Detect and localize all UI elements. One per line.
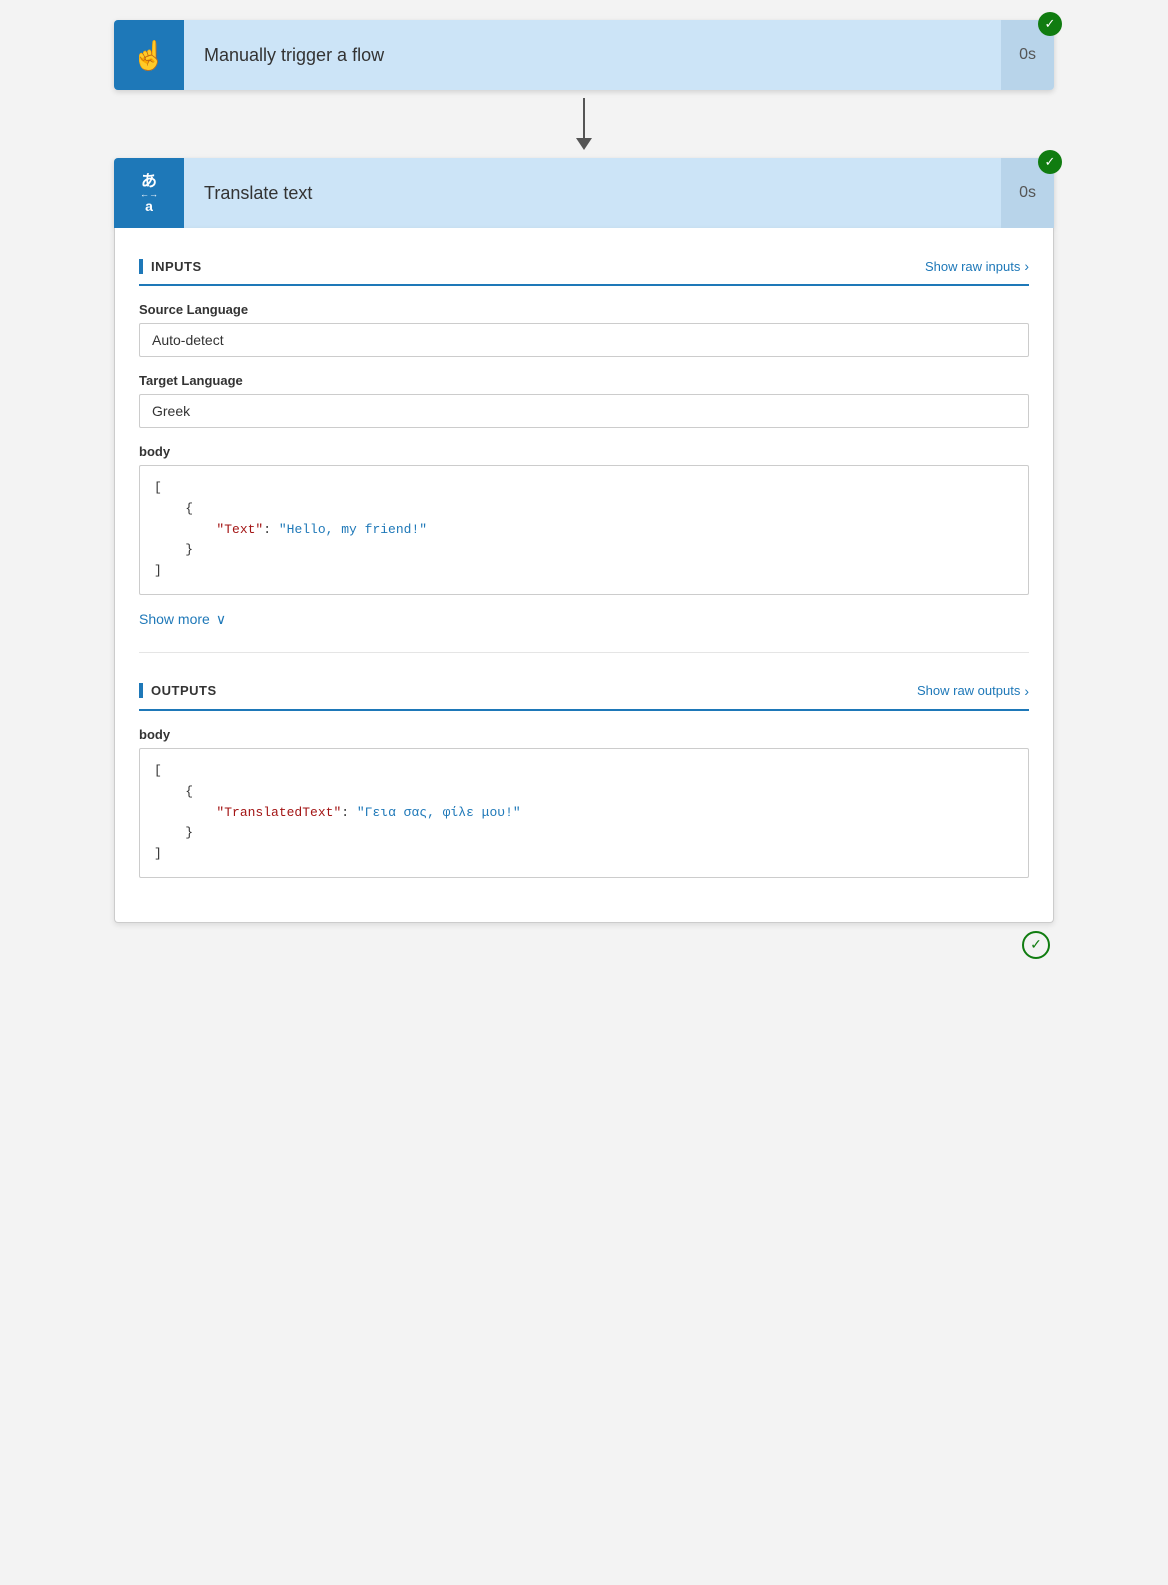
outputs-chevron-icon: › [1024, 683, 1029, 699]
trigger-step: ☝ Manually trigger a flow 0s ✓ [114, 20, 1054, 90]
show-more-chevron-icon: ∨ [216, 611, 226, 628]
arrow-connector [576, 90, 592, 158]
outputs-body-label: body [139, 727, 1029, 742]
show-raw-inputs-label: Show raw inputs [925, 259, 1020, 274]
out-code-key-translated: "TranslatedText" [216, 805, 341, 820]
show-raw-outputs-label: Show raw outputs [917, 683, 1020, 698]
trigger-step-header[interactable]: ☝ Manually trigger a flow 0s [114, 20, 1054, 90]
target-language-field: Target Language Greek [139, 373, 1029, 428]
show-raw-inputs-button[interactable]: Show raw inputs › [925, 258, 1029, 274]
outputs-body-field: body [ { "TranslatedText": "Γεια σας, φί… [139, 727, 1029, 878]
inputs-body-field: body [ { "Text": "Hello, my friend!" } ] [139, 444, 1029, 595]
inputs-body-code: [ { "Text": "Hello, my friend!" } ] [139, 465, 1029, 595]
trigger-icon: ☝ [114, 20, 184, 90]
arrow-head [576, 138, 592, 150]
outputs-body-code: [ { "TranslatedText": "Γεια σας, φίλε μο… [139, 748, 1029, 878]
outputs-label: OUTPUTS [139, 683, 217, 698]
translate-icon: あ ←→ a [114, 158, 184, 228]
arrow-line [583, 98, 585, 138]
target-language-label: Target Language [139, 373, 1029, 388]
show-more-button[interactable]: Show more ∨ [139, 611, 1029, 628]
inputs-section: INPUTS Show raw inputs › Source Language… [139, 248, 1029, 628]
trigger-success-badge: ✓ [1038, 12, 1062, 36]
target-language-value: Greek [139, 394, 1029, 428]
code-close-bracket: ] [154, 561, 1014, 582]
show-more-label: Show more [139, 611, 210, 627]
inputs-body-label: body [139, 444, 1029, 459]
code-key-text: "Text" [216, 522, 263, 537]
out-code-open-bracket: [ [154, 761, 1014, 782]
outputs-section: OUTPUTS Show raw outputs › body [ { "Tra… [139, 673, 1029, 878]
code-close-brace: } [154, 540, 1014, 561]
show-raw-outputs-button[interactable]: Show raw outputs › [917, 683, 1029, 699]
translate-success-badge: ✓ [1038, 150, 1062, 174]
flow-container: ☝ Manually trigger a flow 0s ✓ あ ←→ [30, 20, 1138, 967]
out-code-value-greek: "Γεια σας, φίλε μου!" [357, 805, 521, 820]
code-open-brace: { [154, 499, 1014, 520]
hand-icon: ☝ [132, 39, 167, 72]
out-code-translated-field: "TranslatedText": "Γεια σας, φίλε μου!" [154, 803, 1014, 824]
code-open-bracket: [ [154, 478, 1014, 499]
source-language-field: Source Language Auto-detect [139, 302, 1029, 357]
inputs-section-header: INPUTS Show raw inputs › [139, 248, 1029, 286]
code-text-field: "Text": "Hello, my friend!" [154, 520, 1014, 541]
trigger-title: Manually trigger a flow [184, 45, 1001, 66]
code-value-hello: "Hello, my friend!" [279, 522, 427, 537]
translate-step-body: INPUTS Show raw inputs › Source Language… [114, 228, 1054, 923]
bottom-badge-area: ✓ [114, 923, 1054, 967]
outputs-section-header: OUTPUTS Show raw outputs › [139, 673, 1029, 711]
out-code-close-brace: } [154, 823, 1014, 844]
section-divider [139, 652, 1029, 653]
translate-step: あ ←→ a Translate text 0s ✓ INPUTS [114, 158, 1054, 923]
source-language-value: Auto-detect [139, 323, 1029, 357]
out-code-close-bracket: ] [154, 844, 1014, 865]
source-language-label: Source Language [139, 302, 1029, 317]
translate-title: Translate text [184, 183, 1001, 204]
inputs-label: INPUTS [139, 259, 202, 274]
bottom-check-icon: ✓ [1022, 931, 1050, 959]
translate-icon-glyph: あ ←→ a [140, 174, 158, 213]
translate-step-header[interactable]: あ ←→ a Translate text 0s [114, 158, 1054, 228]
out-code-open-brace: { [154, 782, 1014, 803]
inputs-chevron-icon: › [1024, 258, 1029, 274]
